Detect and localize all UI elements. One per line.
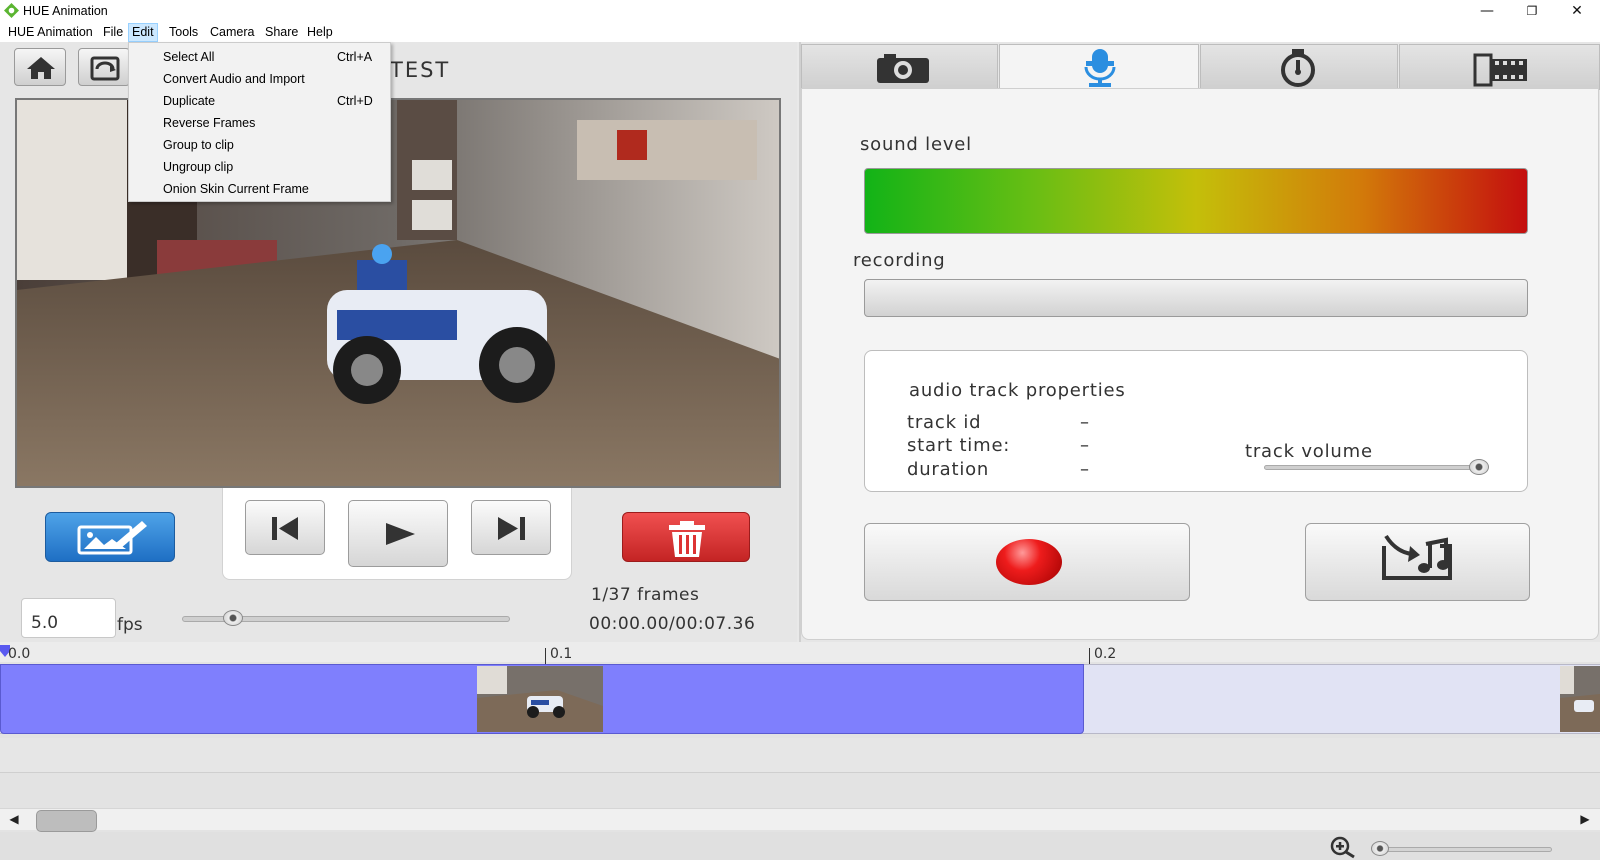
track-volume-label: track volume: [1245, 441, 1373, 462]
frame-thumbnail-image: [477, 666, 603, 732]
menu-item-convert-audio[interactable]: Convert Audio and Import: [129, 68, 390, 90]
time-counter: 00:00.00/00:07.36: [589, 614, 756, 634]
image-edit-icon: [77, 521, 147, 555]
home-button[interactable]: [14, 48, 66, 86]
menu-item-reverse-frames[interactable]: Reverse Frames: [129, 112, 390, 134]
camera-icon: [877, 54, 929, 83]
zoom-slider-handle[interactable]: [1371, 841, 1389, 856]
record-icon: [996, 539, 1062, 585]
delete-frame-button[interactable]: [622, 512, 750, 562]
tab-camera[interactable]: [801, 44, 998, 90]
start-time-label: start time:: [907, 435, 1011, 456]
ruler-label-1: 0.1: [550, 646, 573, 662]
ruler-tick-1: [545, 648, 546, 664]
properties-title: audio track properties: [909, 380, 1126, 401]
zoom-slider[interactable]: [1374, 847, 1552, 852]
menu-item-shortcut: Ctrl+D: [337, 94, 373, 108]
track-volume-handle[interactable]: [1469, 459, 1489, 475]
ruler-label-2: 0.2: [1094, 646, 1117, 662]
menu-bar: HUE Animation File Edit Tools Camera Sha…: [0, 22, 1600, 42]
menu-camera[interactable]: Camera: [207, 23, 257, 42]
fps-input[interactable]: 5.0: [21, 598, 116, 638]
duration-value: –: [1080, 459, 1090, 480]
zoom-in-icon[interactable]: [1327, 835, 1361, 859]
skip-back-icon: [272, 517, 298, 540]
menu-hue-animation[interactable]: HUE Animation: [5, 23, 96, 42]
menu-item-duplicate[interactable]: Duplicate Ctrl+D: [129, 90, 390, 112]
hue-animation-window: HUE Animation — ❐ ✕ HUE Animation File E…: [0, 0, 1600, 860]
refresh-icon: [90, 56, 120, 81]
title-bar: HUE Animation — ❐ ✕: [0, 0, 1600, 22]
timeline-scrollbar[interactable]: [0, 808, 1600, 830]
film-strip-icon: [1473, 53, 1527, 87]
track-id-value: –: [1080, 412, 1090, 433]
timeline-ruler: [0, 642, 1600, 662]
menu-item-shortcut: Ctrl+A: [337, 50, 373, 64]
menu-file[interactable]: File: [100, 23, 126, 42]
menu-item-label: Reverse Frames: [163, 116, 256, 130]
recording-label: recording: [853, 250, 946, 271]
frame-thumbnail-partial[interactable]: [1560, 666, 1600, 732]
edit-menu-dropdown: Select All Ctrl+A Convert Audio and Impo…: [128, 42, 391, 202]
minimize-button[interactable]: —: [1464, 0, 1510, 22]
recording-progress-bar: [864, 279, 1528, 317]
fps-slider-handle[interactable]: [223, 610, 243, 626]
project-title: TEST: [390, 58, 451, 82]
scrollbar-thumb[interactable]: [36, 810, 97, 832]
tab-export[interactable]: [1399, 44, 1600, 90]
menu-edit[interactable]: Edit: [128, 23, 158, 42]
menu-item-onion-skin[interactable]: Onion Skin Current Frame: [129, 178, 390, 200]
stopwatch-icon: [1281, 49, 1315, 87]
microphone-icon: [1084, 49, 1116, 87]
menu-item-label: Duplicate: [163, 94, 216, 108]
menu-item-group-to-clip[interactable]: Group to clip: [129, 134, 390, 156]
maximize-button[interactable]: ❐: [1509, 0, 1555, 22]
menu-item-label: Onion Skin Current Frame: [163, 182, 309, 196]
menu-item-label: Group to clip: [163, 138, 234, 152]
ruler-label-0: 0.0: [8, 646, 31, 662]
ruler-tick-2: [1089, 648, 1090, 664]
menu-item-label: Convert Audio and Import: [163, 72, 305, 86]
skip-forward-icon: [498, 517, 525, 540]
home-icon: [27, 57, 55, 79]
play-button[interactable]: [348, 500, 448, 567]
reload-project-button[interactable]: [78, 48, 130, 86]
scroll-right-icon[interactable]: ▶: [1574, 810, 1596, 829]
play-icon: [386, 523, 415, 545]
window-title: HUE Animation: [23, 4, 108, 18]
menu-help[interactable]: Help: [304, 23, 336, 42]
import-audio-button[interactable]: [1305, 523, 1530, 601]
sound-level-meter: [864, 168, 1528, 234]
track-id-label: track id: [907, 412, 982, 433]
duration-label: duration: [907, 459, 990, 480]
draw-on-frame-button[interactable]: [45, 512, 175, 562]
frame-counter: 1/37 frames: [591, 585, 700, 605]
frame-thumbnail-image: [1560, 666, 1600, 732]
frame-thumbnail[interactable]: [477, 666, 603, 732]
menu-item-ungroup-clip[interactable]: Ungroup clip: [129, 156, 390, 178]
close-button[interactable]: ✕: [1554, 0, 1600, 22]
track-volume-slider[interactable]: [1264, 465, 1482, 470]
menu-share[interactable]: Share: [262, 23, 301, 42]
skip-to-end-button[interactable]: [471, 500, 551, 555]
menu-item-label: Ungroup clip: [163, 160, 234, 174]
menu-item-label: Select All: [163, 50, 215, 64]
start-time-value: –: [1080, 435, 1090, 456]
audio-track-lane: [0, 738, 1600, 773]
trash-icon: [669, 521, 705, 557]
import-music-icon: [1382, 534, 1452, 580]
scroll-left-icon[interactable]: ◀: [3, 810, 25, 829]
menu-tools[interactable]: Tools: [166, 23, 201, 42]
skip-to-start-button[interactable]: [245, 500, 325, 555]
app-logo-icon: [4, 3, 19, 18]
record-button[interactable]: [864, 523, 1190, 601]
menu-item-select-all[interactable]: Select All Ctrl+A: [129, 46, 390, 68]
playback-controls: [222, 488, 572, 580]
tab-audio[interactable]: [999, 44, 1199, 90]
tab-timer[interactable]: [1200, 44, 1398, 90]
fps-label: fps: [117, 615, 143, 635]
sound-level-label: sound level: [860, 134, 972, 155]
